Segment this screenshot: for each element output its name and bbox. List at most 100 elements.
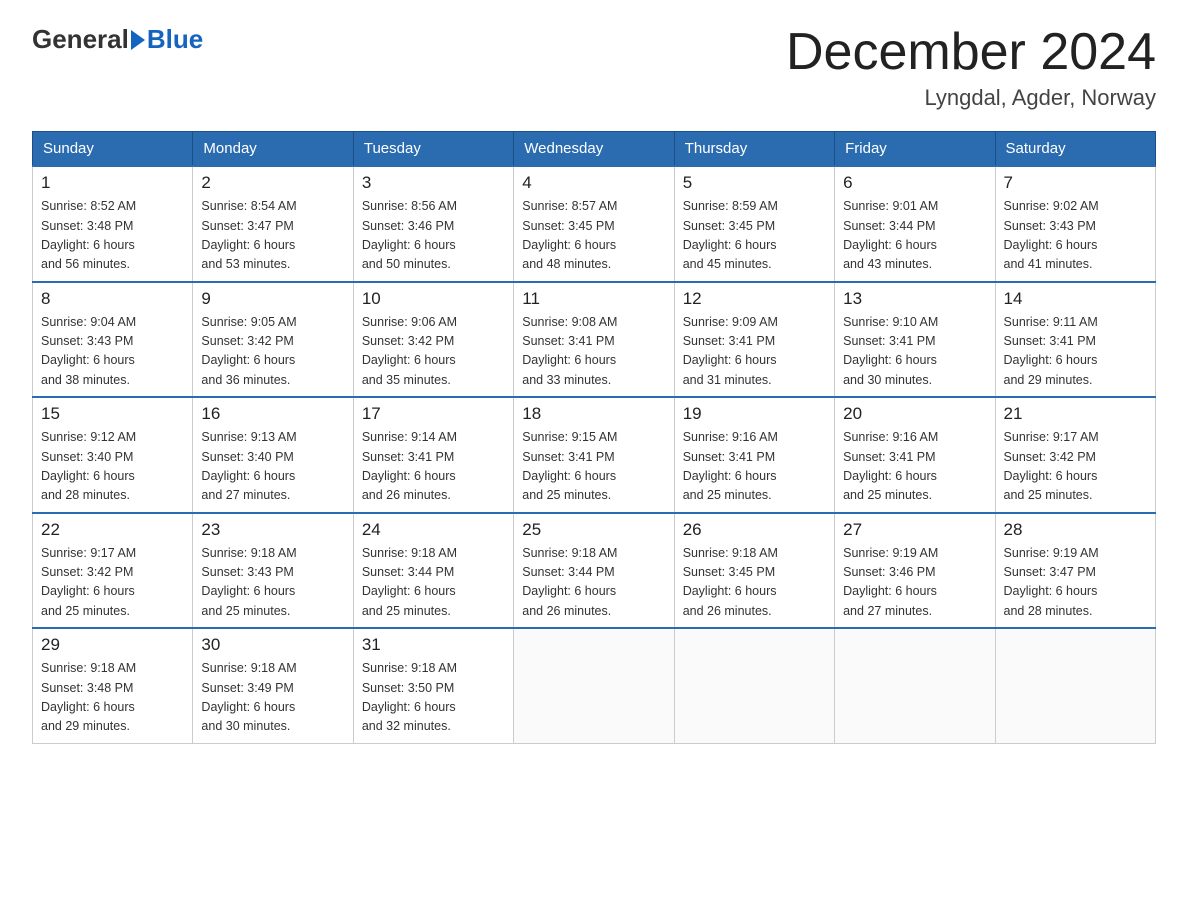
day-info: Sunrise: 9:18 AMSunset: 3:48 PMDaylight:… xyxy=(41,659,184,737)
day-info: Sunrise: 9:06 AMSunset: 3:42 PMDaylight:… xyxy=(362,313,505,391)
day-info: Sunrise: 9:18 AMSunset: 3:43 PMDaylight:… xyxy=(201,544,344,622)
logo: General Blue xyxy=(32,24,203,55)
calendar-day-cell: 12 Sunrise: 9:09 AMSunset: 3:41 PMDayligh… xyxy=(674,282,834,398)
calendar-week-row: 22Sunrise: 9:17 AMSunset: 3:42 PMDayligh… xyxy=(33,513,1156,629)
day-number: 18 xyxy=(522,404,665,424)
calendar-day-cell: 22Sunrise: 9:17 AMSunset: 3:42 PMDayligh… xyxy=(33,513,193,629)
calendar-empty-cell xyxy=(674,628,834,743)
calendar-table: SundayMondayTuesdayWednesdayThursdayFrid… xyxy=(32,131,1156,744)
day-number: 25 xyxy=(522,520,665,540)
calendar-day-cell: 26 Sunrise: 9:18 AMSunset: 3:45 PMDayligh… xyxy=(674,513,834,629)
column-header-saturday: Saturday xyxy=(995,132,1155,167)
day-number: 20 xyxy=(843,404,986,424)
day-number: 2 xyxy=(201,173,344,193)
calendar-day-cell: 18Sunrise: 9:15 AMSunset: 3:41 PMDayligh… xyxy=(514,397,674,513)
calendar-day-cell: 25 Sunrise: 9:18 AMSunset: 3:44 PMDayligh… xyxy=(514,513,674,629)
day-number: 4 xyxy=(522,173,665,193)
calendar-empty-cell xyxy=(514,628,674,743)
day-number: 19 xyxy=(683,404,826,424)
day-info: Sunrise: 9:02 AMSunset: 3:43 PMDaylight:… xyxy=(1004,197,1147,275)
day-info: Sunrise: 8:54 AMSunset: 3:47 PMDaylight:… xyxy=(201,197,344,275)
day-info: Sunrise: 9:17 AMSunset: 3:42 PMDaylight:… xyxy=(1004,428,1147,506)
day-number: 7 xyxy=(1004,173,1147,193)
day-info: Sunrise: 9:19 AMSunset: 3:46 PMDaylight:… xyxy=(843,544,986,622)
calendar-day-cell: 28 Sunrise: 9:19 AMSunset: 3:47 PMDayligh… xyxy=(995,513,1155,629)
calendar-day-cell: 16Sunrise: 9:13 AMSunset: 3:40 PMDayligh… xyxy=(193,397,353,513)
day-info: Sunrise: 9:18 AMSunset: 3:44 PMDaylight:… xyxy=(522,544,665,622)
day-info: Sunrise: 9:01 AMSunset: 3:44 PMDaylight:… xyxy=(843,197,986,275)
day-info: Sunrise: 9:18 AMSunset: 3:50 PMDaylight:… xyxy=(362,659,505,737)
logo-general-text: General xyxy=(32,24,129,55)
calendar-day-cell: 13 Sunrise: 9:10 AMSunset: 3:41 PMDayligh… xyxy=(835,282,995,398)
calendar-day-cell: 23Sunrise: 9:18 AMSunset: 3:43 PMDayligh… xyxy=(193,513,353,629)
day-info: Sunrise: 9:18 AMSunset: 3:49 PMDaylight:… xyxy=(201,659,344,737)
day-info: Sunrise: 8:52 AMSunset: 3:48 PMDaylight:… xyxy=(41,197,184,275)
day-info: Sunrise: 9:18 AMSunset: 3:45 PMDaylight:… xyxy=(683,544,826,622)
day-number: 1 xyxy=(41,173,184,193)
column-header-wednesday: Wednesday xyxy=(514,132,674,167)
calendar-empty-cell xyxy=(835,628,995,743)
day-info: Sunrise: 9:08 AMSunset: 3:41 PMDaylight:… xyxy=(522,313,665,391)
column-header-monday: Monday xyxy=(193,132,353,167)
day-number: 31 xyxy=(362,635,505,655)
day-info: Sunrise: 9:09 AMSunset: 3:41 PMDaylight:… xyxy=(683,313,826,391)
day-number: 26 xyxy=(683,520,826,540)
calendar-day-cell: 11 Sunrise: 9:08 AMSunset: 3:41 PMDayligh… xyxy=(514,282,674,398)
day-number: 12 xyxy=(683,289,826,309)
day-info: Sunrise: 9:04 AMSunset: 3:43 PMDaylight:… xyxy=(41,313,184,391)
calendar-day-cell: 21 Sunrise: 9:17 AMSunset: 3:42 PMDayligh… xyxy=(995,397,1155,513)
day-number: 6 xyxy=(843,173,986,193)
day-number: 27 xyxy=(843,520,986,540)
calendar-empty-cell xyxy=(995,628,1155,743)
column-header-tuesday: Tuesday xyxy=(353,132,513,167)
day-info: Sunrise: 8:56 AMSunset: 3:46 PMDaylight:… xyxy=(362,197,505,275)
logo-blue-text: Blue xyxy=(147,24,203,55)
calendar-day-cell: 27 Sunrise: 9:19 AMSunset: 3:46 PMDayligh… xyxy=(835,513,995,629)
day-info: Sunrise: 9:13 AMSunset: 3:40 PMDaylight:… xyxy=(201,428,344,506)
calendar-day-cell: 10 Sunrise: 9:06 AMSunset: 3:42 PMDayligh… xyxy=(353,282,513,398)
calendar-day-cell: 20 Sunrise: 9:16 AMSunset: 3:41 PMDayligh… xyxy=(835,397,995,513)
day-number: 11 xyxy=(522,289,665,309)
day-number: 5 xyxy=(683,173,826,193)
column-header-sunday: Sunday xyxy=(33,132,193,167)
day-info: Sunrise: 9:05 AMSunset: 3:42 PMDaylight:… xyxy=(201,313,344,391)
day-number: 21 xyxy=(1004,404,1147,424)
day-info: Sunrise: 9:16 AMSunset: 3:41 PMDaylight:… xyxy=(843,428,986,506)
calendar-week-row: 15 Sunrise: 9:12 AMSunset: 3:40 PMDayligh… xyxy=(33,397,1156,513)
calendar-day-cell: 19Sunrise: 9:16 AMSunset: 3:41 PMDayligh… xyxy=(674,397,834,513)
calendar-week-row: 29 Sunrise: 9:18 AMSunset: 3:48 PMDayligh… xyxy=(33,628,1156,743)
calendar-subtitle: Lyngdal, Agder, Norway xyxy=(786,85,1156,111)
day-number: 30 xyxy=(201,635,344,655)
day-number: 22 xyxy=(41,520,184,540)
calendar-day-cell: 30 Sunrise: 9:18 AMSunset: 3:49 PMDayligh… xyxy=(193,628,353,743)
day-number: 10 xyxy=(362,289,505,309)
day-number: 15 xyxy=(41,404,184,424)
day-number: 17 xyxy=(362,404,505,424)
calendar-week-row: 8 Sunrise: 9:04 AMSunset: 3:43 PMDaylight… xyxy=(33,282,1156,398)
calendar-title: December 2024 xyxy=(786,24,1156,81)
calendar-day-cell: 15 Sunrise: 9:12 AMSunset: 3:40 PMDayligh… xyxy=(33,397,193,513)
calendar-day-cell: 14Sunrise: 9:11 AMSunset: 3:41 PMDayligh… xyxy=(995,282,1155,398)
column-header-friday: Friday xyxy=(835,132,995,167)
day-number: 13 xyxy=(843,289,986,309)
calendar-day-cell: 24Sunrise: 9:18 AMSunset: 3:44 PMDayligh… xyxy=(353,513,513,629)
day-info: Sunrise: 8:59 AMSunset: 3:45 PMDaylight:… xyxy=(683,197,826,275)
day-info: Sunrise: 9:12 AMSunset: 3:40 PMDaylight:… xyxy=(41,428,184,506)
calendar-day-cell: 1 Sunrise: 8:52 AMSunset: 3:48 PMDaylight… xyxy=(33,166,193,282)
day-number: 9 xyxy=(201,289,344,309)
day-number: 29 xyxy=(41,635,184,655)
day-info: Sunrise: 8:57 AMSunset: 3:45 PMDaylight:… xyxy=(522,197,665,275)
calendar-day-cell: 6 Sunrise: 9:01 AMSunset: 3:44 PMDaylight… xyxy=(835,166,995,282)
calendar-day-cell: 4 Sunrise: 8:57 AMSunset: 3:45 PMDaylight… xyxy=(514,166,674,282)
day-number: 24 xyxy=(362,520,505,540)
day-number: 28 xyxy=(1004,520,1147,540)
day-info: Sunrise: 9:11 AMSunset: 3:41 PMDaylight:… xyxy=(1004,313,1147,391)
day-info: Sunrise: 9:10 AMSunset: 3:41 PMDaylight:… xyxy=(843,313,986,391)
day-number: 8 xyxy=(41,289,184,309)
calendar-day-cell: 17 Sunrise: 9:14 AMSunset: 3:41 PMDayligh… xyxy=(353,397,513,513)
calendar-day-cell: 3Sunrise: 8:56 AMSunset: 3:46 PMDaylight… xyxy=(353,166,513,282)
calendar-day-cell: 8 Sunrise: 9:04 AMSunset: 3:43 PMDaylight… xyxy=(33,282,193,398)
day-info: Sunrise: 9:19 AMSunset: 3:47 PMDaylight:… xyxy=(1004,544,1147,622)
column-header-thursday: Thursday xyxy=(674,132,834,167)
day-info: Sunrise: 9:14 AMSunset: 3:41 PMDaylight:… xyxy=(362,428,505,506)
